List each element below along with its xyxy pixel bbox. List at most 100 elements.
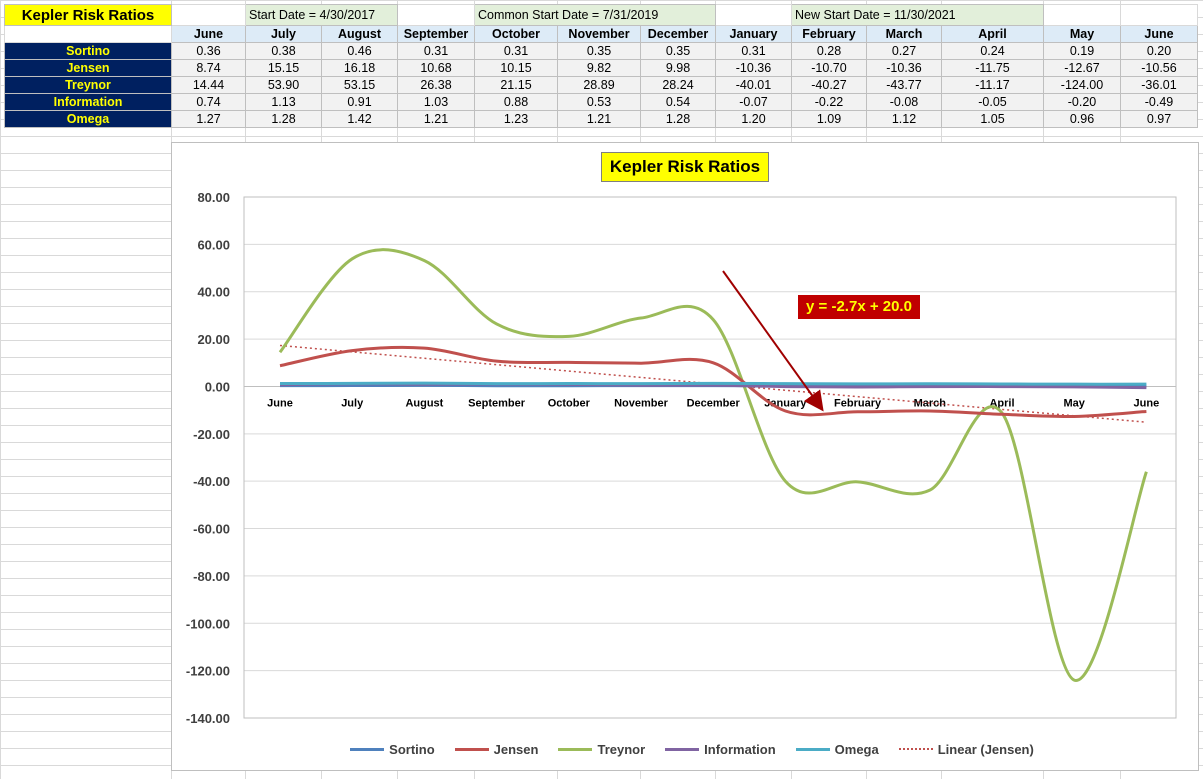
month-header-cell[interactable]: May [1043, 25, 1121, 43]
row-label-treynor[interactable]: Treynor [4, 76, 172, 94]
value-cell[interactable]: 1.12 [866, 110, 942, 128]
value-cell[interactable]: -11.17 [941, 76, 1044, 94]
value-cell[interactable]: 1.21 [397, 110, 475, 128]
value-cell[interactable]: 1.03 [397, 93, 475, 111]
row-label-sortino[interactable]: Sortino [4, 42, 172, 60]
value-cell[interactable]: 16.18 [321, 59, 398, 77]
value-cell[interactable]: -40.27 [791, 76, 867, 94]
value-cell[interactable]: 1.23 [474, 110, 558, 128]
value-cell[interactable]: 9.98 [640, 59, 716, 77]
value-cell[interactable]: 0.97 [1120, 110, 1198, 128]
value-cell[interactable]: 1.13 [245, 93, 322, 111]
value-cell[interactable]: -0.05 [941, 93, 1044, 111]
month-header-cell[interactable]: November [557, 25, 641, 43]
value-cell[interactable]: 0.36 [171, 42, 246, 60]
chart-legend[interactable]: Sortino Jensen Treynor Information Omega… [312, 740, 1072, 758]
value-cell[interactable]: 1.21 [557, 110, 641, 128]
month-header-cell[interactable]: January [715, 25, 792, 43]
value-cell[interactable]: 0.91 [321, 93, 398, 111]
value-cell[interactable]: -10.70 [791, 59, 867, 77]
value-cell[interactable]: 53.90 [245, 76, 322, 94]
value-cell[interactable]: 1.28 [245, 110, 322, 128]
value-cell[interactable]: -36.01 [1120, 76, 1198, 94]
value-cell[interactable]: 0.31 [474, 42, 558, 60]
value-cell[interactable]: 0.19 [1043, 42, 1121, 60]
value-cell[interactable]: -10.56 [1120, 59, 1198, 77]
row-label-information[interactable]: Information [4, 93, 172, 111]
value-cell[interactable]: -0.49 [1120, 93, 1198, 111]
legend-label: Treynor [597, 741, 646, 757]
value-cell[interactable]: 1.42 [321, 110, 398, 128]
value-cell[interactable]: -11.75 [941, 59, 1044, 77]
value-cell[interactable]: 0.31 [397, 42, 475, 60]
value-cell[interactable]: 0.96 [1043, 110, 1121, 128]
value-cell[interactable]: -12.67 [1043, 59, 1121, 77]
sheet-title-cell[interactable]: Kepler Risk Ratios [4, 4, 172, 26]
value-cell[interactable]: 8.74 [171, 59, 246, 77]
value-cell[interactable]: 1.20 [715, 110, 792, 128]
value-cell[interactable]: 1.27 [171, 110, 246, 128]
value-cell[interactable]: 0.27 [866, 42, 942, 60]
empty-cell[interactable] [1043, 4, 1121, 26]
value-cell[interactable]: 1.28 [640, 110, 716, 128]
value-cell[interactable]: -10.36 [866, 59, 942, 77]
month-header-cell[interactable]: October [474, 25, 558, 43]
value-cell[interactable]: -0.22 [791, 93, 867, 111]
start-date-cell[interactable]: Start Date = 4/30/2017 [245, 4, 398, 26]
value-cell[interactable]: 1.05 [941, 110, 1044, 128]
value-cell[interactable]: 0.35 [640, 42, 716, 60]
value-cell[interactable]: 53.15 [321, 76, 398, 94]
common-start-date-cell[interactable]: Common Start Date = 7/31/2019 [474, 4, 716, 26]
empty-cell[interactable] [1120, 4, 1198, 26]
value-cell[interactable]: 9.82 [557, 59, 641, 77]
value-cell[interactable]: -0.20 [1043, 93, 1121, 111]
value-cell[interactable]: 0.54 [640, 93, 716, 111]
value-cell[interactable]: 0.24 [941, 42, 1044, 60]
empty-cell[interactable] [4, 25, 172, 43]
value-cell[interactable]: 26.38 [397, 76, 475, 94]
value-cell[interactable]: -40.01 [715, 76, 792, 94]
risk-ratios-chart[interactable]: 80.00 60.00 40.00 20.00 0.00 -20.00 -40.00 -60.… [171, 142, 1199, 771]
value-cell[interactable]: 0.88 [474, 93, 558, 111]
month-header-cell[interactable]: August [321, 25, 398, 43]
month-header-cell[interactable]: February [791, 25, 867, 43]
value-cell[interactable]: 10.68 [397, 59, 475, 77]
row-label-jensen[interactable]: Jensen [4, 59, 172, 77]
value-cell[interactable]: 10.15 [474, 59, 558, 77]
value-cell[interactable]: 0.35 [557, 42, 641, 60]
value-cell[interactable]: 0.31 [715, 42, 792, 60]
value-cell[interactable]: 0.38 [245, 42, 322, 60]
value-cell[interactable]: -0.08 [866, 93, 942, 111]
value-cell[interactable]: -10.36 [715, 59, 792, 77]
value-cell[interactable]: -124.00 [1043, 76, 1121, 94]
empty-cell[interactable] [171, 4, 246, 26]
value-cell[interactable]: -43.77 [866, 76, 942, 94]
month-header-cell[interactable]: September [397, 25, 475, 43]
x-tick-label: September [468, 397, 526, 409]
value-cell[interactable]: 28.24 [640, 76, 716, 94]
row-label-omega[interactable]: Omega [4, 110, 172, 128]
month-header-cell[interactable]: December [640, 25, 716, 43]
value-cell[interactable]: 0.28 [791, 42, 867, 60]
month-header-cell[interactable]: March [866, 25, 942, 43]
month-header-cell[interactable]: June [1120, 25, 1198, 43]
value-cell[interactable]: 0.20 [1120, 42, 1198, 60]
value-cell[interactable]: 15.15 [245, 59, 322, 77]
month-header-cell[interactable]: June [171, 25, 246, 43]
value-cell[interactable]: 14.44 [171, 76, 246, 94]
new-start-date-cell[interactable]: New Start Date = 11/30/2021 [791, 4, 1044, 26]
value-cell[interactable]: 1.09 [791, 110, 867, 128]
value-cell[interactable]: 21.15 [474, 76, 558, 94]
empty-cell[interactable] [397, 4, 475, 26]
value-cell[interactable]: -0.07 [715, 93, 792, 111]
value-cell[interactable]: 0.46 [321, 42, 398, 60]
chart-title[interactable]: Kepler Risk Ratios [601, 152, 769, 182]
value-cell[interactable]: 0.53 [557, 93, 641, 111]
empty-cell[interactable] [715, 4, 792, 26]
trendline-equation-label[interactable]: y = -2.7x + 20.0 [798, 295, 920, 319]
value-cell[interactable]: 0.74 [171, 93, 246, 111]
month-header-cell[interactable]: April [941, 25, 1044, 43]
month-header-cell[interactable]: July [245, 25, 322, 43]
value-cell[interactable]: 28.89 [557, 76, 641, 94]
legend-item-treynor: Treynor [558, 742, 645, 757]
